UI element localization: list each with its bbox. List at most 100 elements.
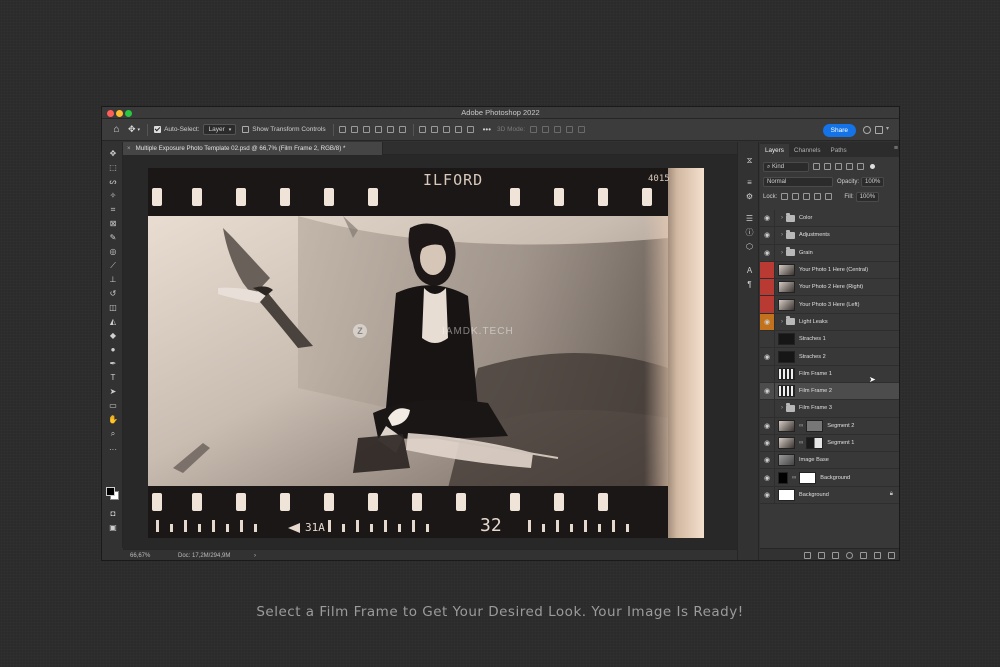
lock-transparent-icon[interactable]: [781, 193, 789, 200]
eye-icon[interactable]: ◉: [760, 313, 775, 331]
layer-row-light-leaks[interactable]: ◉ › Light Leaks: [760, 313, 899, 332]
lock-artboard-icon[interactable]: [814, 193, 822, 200]
chevron-right-icon[interactable]: ›: [778, 232, 786, 238]
clone-stamp-icon[interactable]: ⊥: [108, 275, 118, 285]
lock-position-icon[interactable]: [803, 193, 811, 200]
eye-icon[interactable]: ◉: [760, 348, 775, 365]
zoom-tool-icon[interactable]: ⌕: [108, 429, 118, 439]
magic-wand-icon[interactable]: ✧: [108, 191, 118, 201]
character-icon[interactable]: A: [745, 266, 754, 275]
3d-roll-icon[interactable]: [542, 126, 550, 133]
lasso-tool-icon[interactable]: ᔕ: [108, 177, 118, 187]
filter-adjustment-icon[interactable]: [824, 163, 831, 170]
brush-tool-icon[interactable]: ⟋: [108, 261, 118, 271]
3d-pan-icon[interactable]: [554, 126, 562, 133]
properties-icon[interactable]: ☰: [745, 214, 754, 223]
workspace-icon[interactable]: [875, 126, 883, 134]
layer-row-image-base[interactable]: ◉ Image Base: [760, 452, 899, 470]
quick-mask-icon[interactable]: ◘: [108, 509, 118, 519]
eye-icon[interactable]: ◉: [760, 331, 775, 348]
layer-row-color[interactable]: ◉ › Color: [760, 210, 899, 228]
chevron-down-icon[interactable]: ▾: [886, 125, 894, 133]
dodge-tool-icon[interactable]: ●: [108, 345, 118, 355]
chevron-right-icon[interactable]: ›: [778, 215, 786, 221]
layer-row-segment-1[interactable]: ◉ ∞ Segment 1: [760, 434, 899, 453]
history-icon[interactable]: ⧖: [745, 156, 754, 165]
auto-select-checkbox[interactable]: Auto-Select:: [154, 126, 199, 133]
adjustment-layer-icon[interactable]: [846, 552, 853, 559]
layer-row-background[interactable]: ◉ Background 🔒︎: [760, 486, 899, 505]
filter-toggle-icon[interactable]: [870, 164, 875, 169]
trash-icon[interactable]: [888, 552, 895, 559]
eye-icon[interactable]: ◉: [760, 486, 775, 504]
3d-cube-icon[interactable]: ⬡: [745, 242, 754, 251]
tab-paths[interactable]: Paths: [826, 144, 852, 157]
crop-tool-icon[interactable]: ⌗: [108, 205, 118, 215]
3d-slide-icon[interactable]: [566, 126, 574, 133]
layer-style-icon[interactable]: [818, 552, 825, 559]
filter-kind-dropdown[interactable]: ⌕ Kind: [763, 161, 809, 172]
layer-row-film-frame-2[interactable]: ◉ Film Frame 2: [760, 382, 899, 401]
link-icon[interactable]: ∞: [799, 440, 803, 446]
link-layers-icon[interactable]: [804, 552, 811, 559]
more-options-icon[interactable]: •••: [483, 125, 491, 134]
share-button[interactable]: Share: [822, 124, 856, 137]
layer-row-straches-2[interactable]: ◉ Straches 2: [760, 348, 899, 366]
align-center-icon[interactable]: [350, 126, 358, 133]
screen-mode-icon[interactable]: ▣: [108, 523, 118, 533]
adjustments-icon[interactable]: ≡: [745, 178, 754, 187]
eye-icon[interactable]: ◉: [760, 365, 775, 382]
blend-mode-dropdown[interactable]: Normal: [763, 176, 833, 187]
lock-all-icon[interactable]: [825, 193, 833, 200]
eye-icon[interactable]: [760, 261, 775, 279]
filter-type-icon[interactable]: [835, 163, 842, 170]
eye-icon[interactable]: ◉: [760, 400, 775, 417]
layer-row-background-fill[interactable]: ◉ ∞ Background: [760, 469, 899, 487]
close-icon[interactable]: ×: [127, 145, 131, 152]
distribute-left-icon[interactable]: [418, 126, 426, 133]
distribute-right-icon[interactable]: [442, 126, 450, 133]
add-mask-icon[interactable]: [832, 552, 839, 559]
layer-row-film-frame-3[interactable]: ◉ › Film Frame 3: [760, 400, 899, 418]
distribute-center-icon[interactable]: [430, 126, 438, 133]
layer-row-photo-1[interactable]: Your Photo 1 Here (Central): [760, 261, 899, 280]
eraser-icon[interactable]: ◫: [108, 303, 118, 313]
paragraph-icon[interactable]: ¶: [745, 280, 754, 289]
panel-menu-icon[interactable]: ≡: [894, 145, 898, 152]
layer-row-photo-2[interactable]: Your Photo 2 Here (Right): [760, 279, 899, 297]
type-tool-icon[interactable]: T: [108, 373, 118, 383]
layer-row-adjustments[interactable]: ◉ › Adjustments: [760, 227, 899, 245]
frame-tool-icon[interactable]: ⊠: [108, 219, 118, 229]
eye-icon[interactable]: ◉: [760, 382, 775, 400]
marquee-tool-icon[interactable]: ⬚: [108, 163, 118, 173]
layer-row-film-frame-1[interactable]: ◉ Film Frame 1: [760, 365, 899, 383]
layer-row-straches-1[interactable]: ◉ Straches 1: [760, 331, 899, 349]
new-group-icon[interactable]: [860, 552, 867, 559]
lock-image-icon[interactable]: [792, 193, 800, 200]
eye-icon[interactable]: [760, 296, 775, 313]
chevron-right-icon[interactable]: ›: [778, 250, 786, 256]
filter-shape-icon[interactable]: [846, 163, 853, 170]
auto-select-dropdown[interactable]: Layer ▾: [203, 124, 237, 135]
align-bottom-icon[interactable]: [398, 126, 406, 133]
eyedropper-icon[interactable]: ✎: [108, 233, 118, 243]
canvas-area[interactable]: ILFORD 4015 31A 32 Z IAMDK.TECH: [123, 155, 737, 549]
blur-tool-icon[interactable]: ◆: [108, 331, 118, 341]
layer-row-grain[interactable]: ◉ › Grain: [760, 244, 899, 262]
eye-icon[interactable]: ◉: [760, 434, 775, 452]
eye-icon[interactable]: ◉: [760, 244, 775, 261]
path-selection-icon[interactable]: ➤: [108, 387, 118, 397]
align-right-icon[interactable]: [362, 126, 370, 133]
link-icon[interactable]: ∞: [792, 475, 796, 481]
new-layer-icon[interactable]: [874, 552, 881, 559]
eye-icon[interactable]: [760, 279, 775, 296]
eye-icon[interactable]: ◉: [760, 469, 775, 486]
layer-row-photo-3[interactable]: Your Photo 3 Here (Left): [760, 296, 899, 314]
history-brush-icon[interactable]: ↺: [108, 289, 118, 299]
chevron-right-icon[interactable]: ›: [778, 405, 786, 411]
eye-icon[interactable]: ◉: [760, 417, 775, 434]
document-tab[interactable]: × Multiple Exposure Photo Template 02.psd…: [123, 142, 383, 155]
filter-smart-object-icon[interactable]: [857, 163, 864, 170]
move-tool-icon[interactable]: ✥: [108, 149, 118, 159]
3d-scale-icon[interactable]: [578, 126, 586, 133]
